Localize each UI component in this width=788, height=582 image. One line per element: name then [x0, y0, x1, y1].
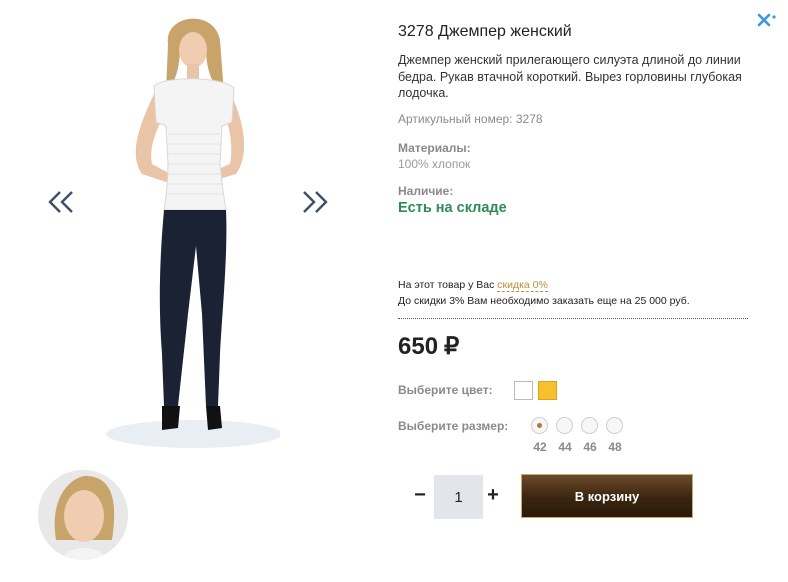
size-option-label: 46 [583, 440, 597, 454]
chevron-double-right-icon [303, 191, 328, 213]
divider [398, 318, 748, 319]
color-label: Выберите цвет: [398, 383, 493, 397]
article-number: Артикульный номер: 3278 [398, 112, 543, 126]
chevron-double-left-icon [48, 191, 73, 213]
discount-hint: До скидки 3% Вам необходимо заказать еще… [398, 295, 690, 307]
size-option-label: 48 [608, 440, 622, 454]
add-to-cart-button[interactable]: В корзину [521, 474, 693, 518]
product-description: Джемпер женский прилегающего силуэта дли… [398, 53, 742, 100]
discount-text: На этот товар у Вас [398, 279, 498, 291]
size-radio-42[interactable] [531, 417, 548, 434]
close-button[interactable] [756, 12, 778, 32]
product-price: 650 ₽ [398, 332, 459, 361]
size-option-label: 44 [558, 440, 572, 454]
product-gallery [0, 0, 380, 582]
product-title: 3278 Джемпер женский [398, 23, 572, 40]
close-icon [757, 13, 776, 27]
size-radio-48[interactable] [606, 417, 623, 434]
prev-image-button[interactable] [46, 188, 76, 218]
size-radio-46[interactable] [581, 417, 598, 434]
size-label: Выберите размер: [398, 419, 509, 433]
price-amount: 650 [398, 333, 439, 360]
quantity-decrease-button[interactable]: − [410, 484, 430, 507]
thumbnail-image [38, 470, 128, 560]
availability-value: Есть на складе [398, 200, 507, 216]
size-option-label: 42 [533, 440, 547, 454]
gallery-thumbnail[interactable] [38, 470, 128, 560]
discount-link[interactable]: скидка 0% [497, 279, 548, 292]
currency-symbol: ₽ [444, 333, 460, 360]
quantity-increase-button[interactable]: + [483, 484, 503, 507]
availability-label: Наличие: [398, 184, 454, 198]
next-image-button[interactable] [300, 188, 330, 218]
quantity-input[interactable] [434, 475, 483, 519]
color-swatch-yellow[interactable] [538, 381, 557, 400]
color-swatch-white[interactable] [514, 381, 533, 400]
materials-value: 100% хлопок [398, 157, 471, 171]
materials-label: Материалы: [398, 141, 471, 155]
size-radio-44[interactable] [556, 417, 573, 434]
product-photo [106, 18, 280, 448]
discount-info: На этот товар у Вас скидка 0% [398, 279, 548, 292]
